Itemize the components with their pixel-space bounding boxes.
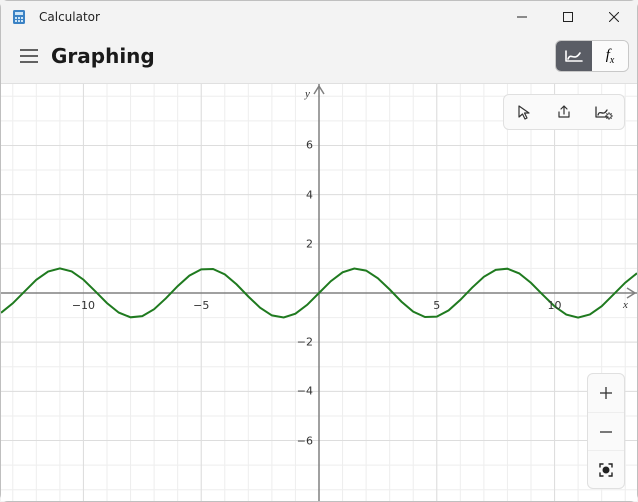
- graph-view-button[interactable]: [556, 41, 592, 71]
- window-title: Calculator: [39, 10, 100, 24]
- maximize-button[interactable]: [545, 1, 591, 33]
- y-tick-label: 2: [306, 237, 313, 250]
- mode-title: Graphing: [51, 44, 155, 68]
- close-button[interactable]: [591, 1, 637, 33]
- minimize-button[interactable]: [499, 1, 545, 33]
- zoom-out-button[interactable]: [588, 412, 624, 450]
- equation-view-button[interactable]: fx: [592, 41, 628, 71]
- graph-toolbar: [503, 94, 625, 130]
- zoom-fit-button[interactable]: [588, 450, 624, 488]
- trace-cursor-button[interactable]: [504, 95, 544, 129]
- y-tick-label: 4: [306, 188, 313, 201]
- x-tick-label: −10: [72, 299, 95, 312]
- y-tick-label: −4: [297, 385, 313, 398]
- x-tick-label: 10: [548, 299, 562, 312]
- x-tick-label: −5: [193, 299, 209, 312]
- graph-options-button[interactable]: [584, 95, 624, 129]
- zoom-in-button[interactable]: [588, 374, 624, 412]
- title-bar: Calculator: [1, 1, 637, 33]
- x-axis-label: x: [623, 299, 628, 311]
- graph-svg: [1, 84, 637, 501]
- calculator-app-icon: [11, 9, 27, 25]
- x-tick-label: 5: [433, 299, 440, 312]
- fx-sub: x: [610, 55, 614, 66]
- graph-canvas[interactable]: −10 −5 5 10 −6 −4 −2 2 4 6 y x: [1, 83, 637, 501]
- y-axis-label: y: [305, 88, 310, 100]
- hamburger-menu-button[interactable]: [9, 36, 49, 76]
- y-tick-label: −2: [297, 336, 313, 349]
- y-tick-label: 6: [306, 139, 313, 152]
- share-button[interactable]: [544, 95, 584, 129]
- header: Graphing fx: [1, 33, 637, 83]
- window-controls: [499, 1, 637, 33]
- zoom-toolbar: [587, 373, 625, 489]
- graph-equation-toggle: fx: [555, 40, 629, 72]
- y-tick-label: −6: [297, 434, 313, 447]
